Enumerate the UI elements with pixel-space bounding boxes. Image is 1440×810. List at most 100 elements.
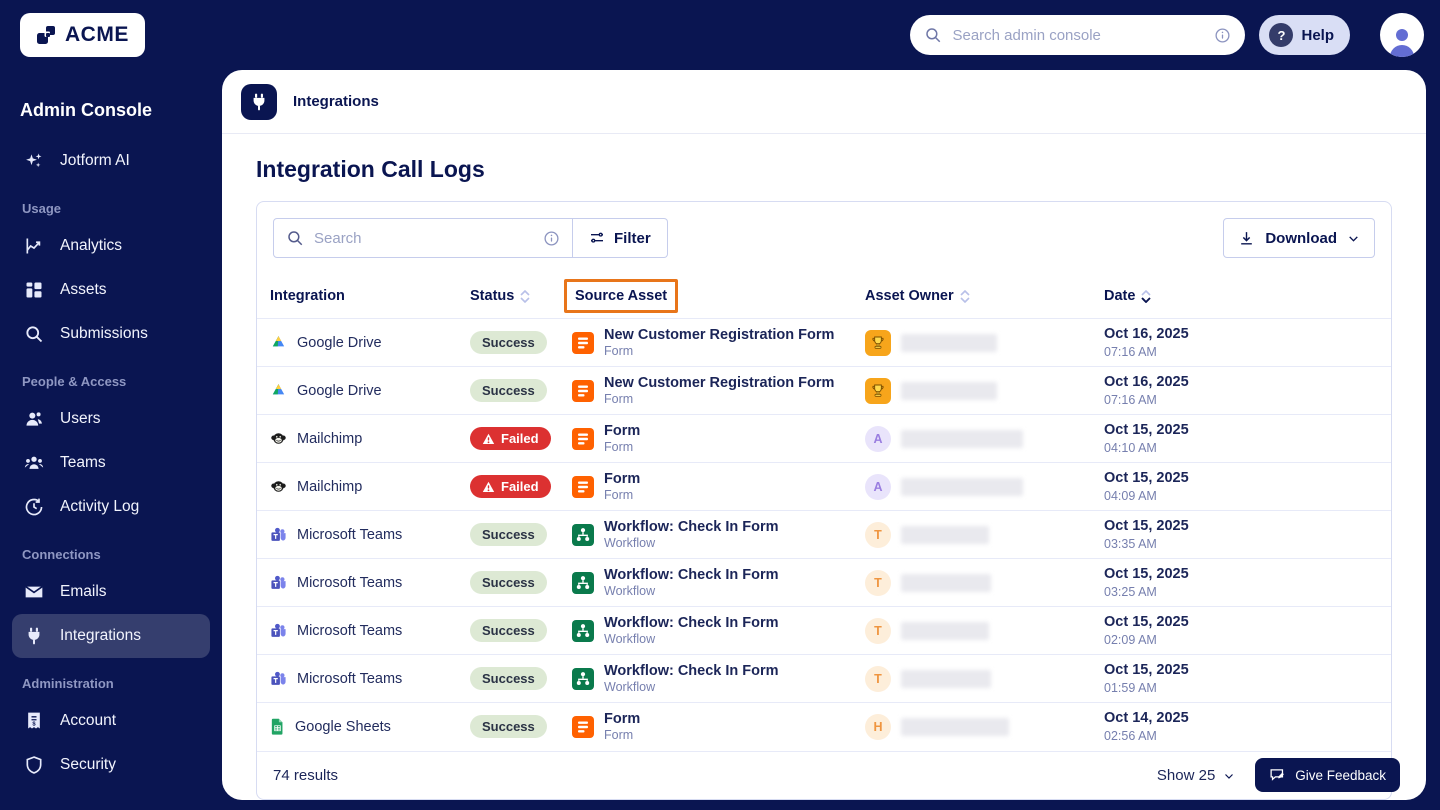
owner-name-redacted bbox=[901, 429, 1023, 448]
plug-icon bbox=[253, 93, 265, 110]
log-time: 03:35 AM bbox=[1104, 536, 1157, 551]
log-time: 04:09 AM bbox=[1104, 488, 1157, 503]
status-badge: Success bbox=[470, 619, 547, 642]
owner-name-redacted bbox=[901, 621, 989, 640]
workflow-asset-icon bbox=[572, 667, 594, 690]
acme-logo[interactable]: ACME bbox=[20, 13, 145, 57]
chevron-down-icon bbox=[1225, 773, 1234, 779]
sidebar-item-submissions[interactable]: Submissions bbox=[12, 312, 210, 356]
sidebar-item-jotform-ai[interactable]: Jotform AI bbox=[12, 139, 210, 183]
log-time: 07:16 AM bbox=[1104, 344, 1157, 359]
sidebar-item-assets[interactable]: Assets bbox=[12, 268, 210, 312]
sidebar-item-activity-log[interactable]: Activity Log bbox=[12, 485, 210, 529]
table-row[interactable]: Google Drive Success New Customer Regist… bbox=[257, 366, 1391, 414]
admin-search-input[interactable] bbox=[952, 26, 1205, 44]
column-header-date[interactable]: Date bbox=[1104, 288, 1378, 304]
user-avatar[interactable] bbox=[1380, 13, 1424, 57]
download-button[interactable]: Download bbox=[1223, 218, 1375, 258]
owner-avatar: A bbox=[865, 425, 891, 452]
sidebar-item-analytics[interactable]: Analytics bbox=[12, 224, 210, 268]
sidebar-item-emails[interactable]: Emails bbox=[12, 570, 210, 614]
integration-name: Google Sheets bbox=[295, 718, 391, 735]
table-row[interactable]: Microsoft Teams Success Workflow: Check … bbox=[257, 654, 1391, 702]
status-badge: Success bbox=[470, 571, 547, 594]
table-search-box[interactable] bbox=[273, 218, 573, 258]
asset-title-link[interactable]: Workflow: Check In Form bbox=[604, 662, 779, 680]
sidebar-item-users[interactable]: Users bbox=[12, 397, 210, 441]
table-toolbar: Filter Download bbox=[257, 202, 1391, 274]
asset-title-link[interactable]: New Customer Registration Form bbox=[604, 374, 834, 392]
trophy-icon bbox=[872, 336, 884, 349]
asset-title-link[interactable]: New Customer Registration Form bbox=[604, 326, 834, 344]
owner-avatar: T bbox=[865, 665, 891, 692]
owner-name-redacted bbox=[901, 477, 1023, 496]
sidebar-section-connections: Connections bbox=[22, 547, 101, 562]
table-row[interactable]: Microsoft Teams Success Workflow: Check … bbox=[257, 558, 1391, 606]
status-badge: Failed bbox=[470, 427, 551, 450]
breadcrumb: Integrations bbox=[222, 70, 1426, 134]
feedback-pencil-icon bbox=[1270, 768, 1285, 781]
sort-icon[interactable] bbox=[960, 289, 970, 303]
users-icon bbox=[24, 409, 44, 429]
filter-button[interactable]: Filter bbox=[573, 218, 668, 258]
log-date: Oct 15, 2025 bbox=[1104, 613, 1189, 630]
breadcrumb-label: Integrations bbox=[293, 93, 379, 110]
workflow-asset-icon bbox=[572, 523, 594, 546]
sort-icon[interactable] bbox=[520, 289, 530, 303]
form-asset-icon bbox=[572, 379, 594, 402]
sidebar-item-integrations[interactable]: Integrations bbox=[12, 614, 210, 658]
chevron-down-icon bbox=[1349, 235, 1358, 242]
sort-icon-active-desc[interactable] bbox=[1141, 289, 1152, 303]
help-button[interactable]: ? Help bbox=[1259, 15, 1350, 55]
asset-subtitle: Form bbox=[604, 727, 634, 742]
status-badge: Success bbox=[470, 715, 547, 738]
asset-subtitle: Form bbox=[604, 439, 634, 454]
asset-subtitle: Workflow bbox=[604, 631, 656, 646]
table-row[interactable]: Google Sheets Success Form Form H Oct 14… bbox=[257, 702, 1391, 750]
asset-title-link[interactable]: Form bbox=[604, 422, 640, 440]
sidebar-item-label: Security bbox=[60, 756, 116, 773]
table-row[interactable]: Mailchimp Failed Form Form A Oct 15, 202… bbox=[257, 414, 1391, 462]
sidebar-item-security[interactable]: Security bbox=[12, 743, 210, 787]
asset-title-link[interactable]: Workflow: Check In Form bbox=[604, 614, 779, 632]
asset-title-link[interactable]: Form bbox=[604, 710, 640, 728]
column-header-asset-owner[interactable]: Asset Owner bbox=[865, 288, 1104, 304]
log-date: Oct 15, 2025 bbox=[1104, 469, 1189, 486]
sidebar-item-label: Activity Log bbox=[60, 498, 140, 515]
integration-name: Google Drive bbox=[297, 334, 382, 351]
table-row[interactable]: Microsoft Teams Success Workflow: Check … bbox=[257, 606, 1391, 654]
google-sheets-icon bbox=[271, 718, 283, 735]
info-icon[interactable] bbox=[1214, 27, 1231, 44]
sidebar-item-teams[interactable]: Teams bbox=[12, 441, 210, 485]
table-search-input[interactable] bbox=[314, 229, 533, 247]
owner-avatar: A bbox=[865, 473, 891, 500]
sidebar-section-usage: Usage bbox=[22, 201, 62, 216]
asset-title-link[interactable]: Workflow: Check In Form bbox=[604, 566, 779, 584]
asset-title-link[interactable]: Form bbox=[604, 470, 640, 488]
table-row[interactable]: Google Drive Success New Customer Regist… bbox=[257, 318, 1391, 366]
page-title: Integration Call Logs bbox=[256, 156, 485, 182]
integration-name: Microsoft Teams bbox=[297, 574, 403, 591]
sidebar-item-label: Submissions bbox=[60, 325, 148, 342]
main-panel: Integrations Integration Call Logs Searc… bbox=[222, 70, 1426, 800]
teams-group-icon bbox=[24, 453, 44, 473]
column-header-status[interactable]: Status bbox=[470, 288, 572, 304]
sidebar-title: Admin Console bbox=[20, 100, 153, 120]
assets-grid-icon bbox=[24, 280, 44, 300]
feedback-label: Give Feedback bbox=[1295, 767, 1386, 783]
google-drive-icon bbox=[272, 384, 285, 395]
form-asset-icon bbox=[572, 475, 594, 498]
sidebar-item-account[interactable]: $ Account bbox=[12, 699, 210, 743]
status-badge: Success bbox=[470, 667, 547, 690]
table-footer: 74 results Show 25 Page: of bbox=[257, 751, 1391, 799]
log-time: 01:59 AM bbox=[1104, 680, 1157, 695]
asset-title-link[interactable]: Workflow: Check In Form bbox=[604, 518, 779, 536]
admin-search-box[interactable] bbox=[910, 15, 1246, 55]
give-feedback-button[interactable]: Give Feedback bbox=[1255, 758, 1400, 792]
info-icon[interactable] bbox=[543, 230, 560, 247]
table-header: Integration Status Source Asset Asset Ow… bbox=[257, 274, 1391, 318]
question-icon: ? bbox=[1269, 23, 1294, 47]
show-per-page-select[interactable]: Show 25 bbox=[1157, 767, 1235, 784]
table-row[interactable]: Microsoft Teams Success Workflow: Check … bbox=[257, 510, 1391, 558]
table-row[interactable]: Mailchimp Failed Form Form A Oct 15, 202… bbox=[257, 462, 1391, 510]
